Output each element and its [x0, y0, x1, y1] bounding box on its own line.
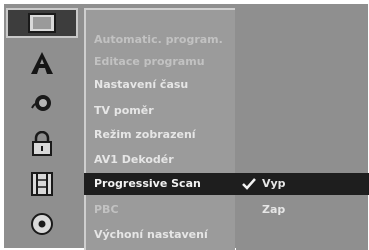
category-audio[interactable]	[6, 88, 78, 118]
option-submenu-panel	[236, 6, 368, 250]
tv-screen-icon	[27, 12, 57, 34]
menu-item-pbc[interactable]: PBC	[94, 199, 119, 221]
setup-screen: Automatic. program. Editace programu Nas…	[0, 0, 369, 250]
menu-item-clock-set[interactable]: Nastavení času	[94, 74, 188, 96]
menu-item-display-mode[interactable]: Režim zobrazení	[94, 124, 196, 146]
menu-item-progressive-scan[interactable]: Progressive Scan	[94, 173, 201, 195]
category-general[interactable]	[6, 8, 78, 38]
menu-item-av1-decoder[interactable]: AV1 Dekodér	[94, 149, 174, 171]
menu-item-tv-aspect[interactable]: TV poměr	[94, 100, 154, 122]
category-language[interactable]	[6, 48, 78, 78]
film-recording-icon	[30, 171, 54, 197]
disc-icon	[30, 212, 54, 236]
category-icon-column	[6, 6, 78, 246]
category-disc[interactable]	[6, 209, 78, 239]
option-off[interactable]: Vyp	[262, 173, 286, 195]
option-on[interactable]: Zap	[262, 199, 285, 221]
menu-item-auto-program[interactable]: Automatic. program.	[94, 29, 223, 51]
lock-icon	[30, 131, 54, 157]
language-a-icon	[29, 50, 55, 76]
category-recording[interactable]	[6, 169, 78, 199]
category-lock[interactable]	[6, 129, 78, 159]
audio-speaker-icon	[28, 92, 56, 114]
checkmark-icon	[241, 176, 257, 192]
menu-item-program-edit[interactable]: Editace programu	[94, 51, 205, 73]
menu-item-factory-reset[interactable]: Výchoní nastavení	[94, 224, 208, 246]
